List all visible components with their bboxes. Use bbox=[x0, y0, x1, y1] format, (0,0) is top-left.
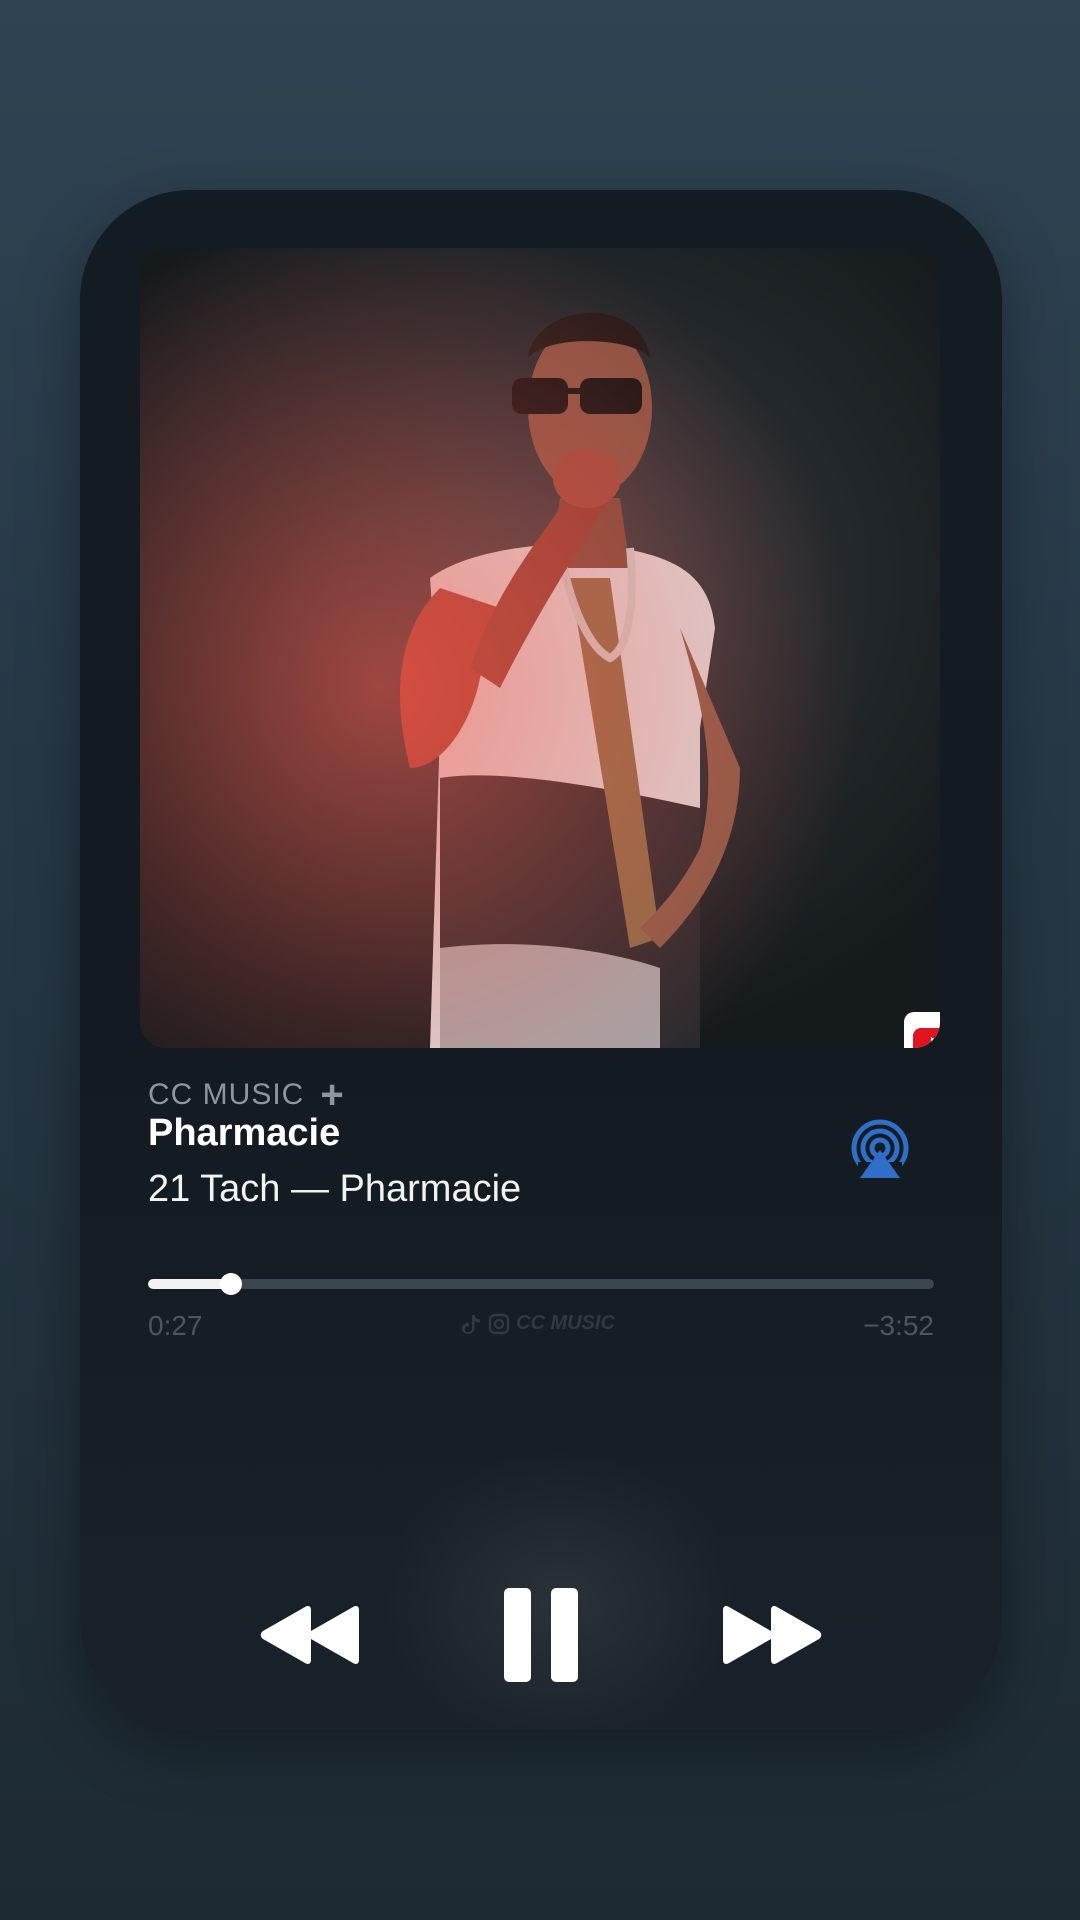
add-plus-icon[interactable]: + bbox=[320, 1075, 343, 1115]
rewind-icon bbox=[260, 1606, 359, 1664]
source-label: CC MUSIC bbox=[148, 1078, 305, 1111]
tiktok-icon bbox=[462, 1314, 480, 1334]
pause-icon bbox=[504, 1588, 578, 1682]
watermark: CC MUSIC bbox=[460, 1312, 615, 1335]
airplay-button[interactable] bbox=[848, 1118, 912, 1182]
fast-forward-button[interactable] bbox=[717, 1600, 827, 1670]
youtube-badge[interactable] bbox=[904, 1012, 940, 1048]
song-subtitle: 21 Tach — Pharmacie bbox=[148, 1168, 522, 1210]
source-row: CC MUSIC + bbox=[148, 1075, 344, 1115]
album-artwork[interactable] bbox=[140, 248, 940, 1048]
progress-fill bbox=[148, 1279, 231, 1289]
rewind-button[interactable] bbox=[255, 1600, 365, 1670]
youtube-icon bbox=[913, 1028, 940, 1048]
time-elapsed: 0:27 bbox=[148, 1310, 203, 1341]
instagram-icon bbox=[488, 1313, 510, 1334]
song-title: Pharmacie bbox=[148, 1112, 341, 1154]
artwork-image bbox=[140, 248, 940, 1048]
time-remaining: −3:52 bbox=[863, 1310, 934, 1341]
pause-button[interactable] bbox=[498, 1580, 584, 1690]
now-playing-card: CC MUSIC + Pharmacie 21 Tach — Pharmacie… bbox=[80, 190, 1002, 1730]
progress-thumb[interactable] bbox=[219, 1273, 242, 1295]
watermark-text: CC MUSIC bbox=[516, 1312, 615, 1334]
airplay-icon bbox=[851, 1119, 909, 1182]
progress-slider[interactable] bbox=[148, 1273, 934, 1295]
fast-forward-icon bbox=[723, 1606, 822, 1664]
